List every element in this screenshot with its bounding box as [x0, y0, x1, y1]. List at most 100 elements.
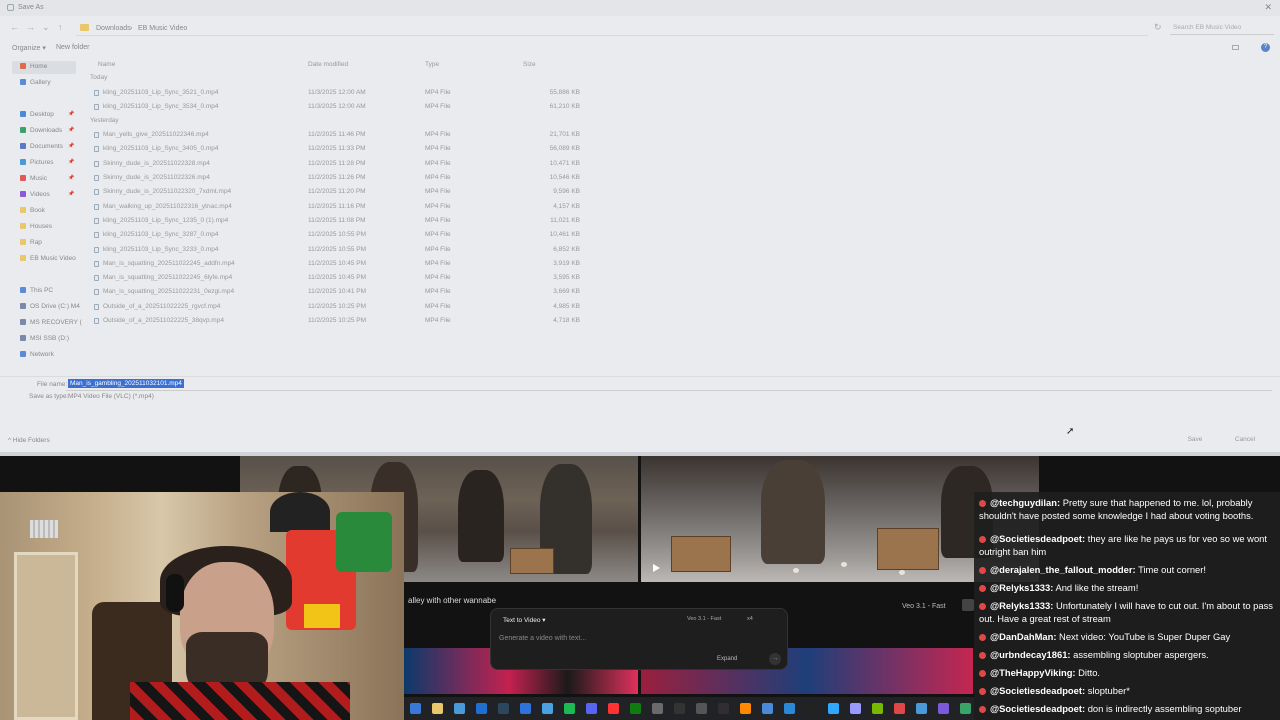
- view-options-icon[interactable]: [1232, 45, 1239, 50]
- settings-icon[interactable]: [652, 703, 663, 714]
- send-button[interactable]: →: [769, 653, 781, 665]
- sidebar-item[interactable]: Gallery: [20, 79, 51, 91]
- folder-icon[interactable]: [432, 703, 443, 714]
- sidebar-item[interactable]: MS RECOVERY (: [20, 319, 82, 331]
- chat-username: @Relyks1333:: [990, 600, 1054, 611]
- sidebar-item[interactable]: Home: [20, 63, 47, 75]
- output-count[interactable]: x4: [747, 616, 753, 622]
- game-icon[interactable]: [894, 703, 905, 714]
- column-header-type[interactable]: Type: [425, 61, 439, 68]
- nvidia-icon[interactable]: [872, 703, 883, 714]
- new-folder-button[interactable]: New folder: [56, 44, 89, 51]
- file-size: 6,852 KB: [553, 245, 580, 253]
- sidebar-item[interactable]: Desktop 📌: [20, 111, 74, 123]
- calculator-icon[interactable]: [696, 703, 707, 714]
- app-icon[interactable]: [916, 703, 927, 714]
- file-row[interactable]: Man_is_squatting_202511022245_6lyfe.mp4 1…: [94, 273, 594, 285]
- file-row[interactable]: Skinny_dude_is_202511022320_7xdmt.mp4 11/…: [94, 187, 594, 199]
- obs-icon[interactable]: [718, 703, 729, 714]
- file-row[interactable]: Skinny_dude_is_202511022326.mp4 11/2/2025…: [94, 173, 594, 185]
- sidebar-item[interactable]: Music 📌: [20, 175, 74, 187]
- file-row[interactable]: kling_20251103_Lip_Sync_3405_0.mp4 11/2/2…: [94, 144, 594, 156]
- model-tag: Veo 3.1 - Fast: [902, 603, 946, 610]
- refresh-icon[interactable]: ↻: [1154, 22, 1162, 33]
- sidebar-item[interactable]: Rap: [20, 239, 42, 251]
- search-input[interactable]: Search EB Music Video: [1170, 20, 1274, 35]
- file-type: MP4 File: [425, 288, 451, 296]
- hide-folders-button[interactable]: ^ Hide Folders: [8, 437, 50, 444]
- premiere-icon[interactable]: [850, 703, 861, 714]
- sidebar-item[interactable]: MSI SSB (D:): [20, 335, 69, 347]
- file-row[interactable]: Man_is_squatting_202511022231_0ezgi.mp4 1…: [94, 287, 594, 299]
- store-icon[interactable]: [476, 703, 487, 714]
- capcut-icon[interactable]: [806, 703, 817, 714]
- sidebar-item[interactable]: This PC: [20, 287, 53, 299]
- forward-icon[interactable]: →: [26, 22, 35, 32]
- thumbnail-mini[interactable]: [962, 599, 974, 611]
- breadcrumb-current[interactable]: EB Music Video: [138, 25, 187, 32]
- app2-icon[interactable]: [938, 703, 949, 714]
- file-row[interactable]: kling_20251103_Lip_Sync_3233_0.mp4 11/2/2…: [94, 245, 594, 257]
- file-row[interactable]: kling_20251103_Lip_Sync_3534_0.mp4 11/3/2…: [94, 102, 594, 114]
- organize-menu[interactable]: Organize ▾: [12, 44, 46, 52]
- expand-button[interactable]: Expand: [717, 656, 737, 662]
- save-button[interactable]: Save: [1172, 433, 1218, 447]
- sidebar-item[interactable]: OS Drive (C:) M4: [20, 303, 80, 315]
- paint-icon[interactable]: [784, 703, 795, 714]
- photoshop-icon[interactable]: [828, 703, 839, 714]
- file-row[interactable]: Outside_of_a_202511022225_38qvp.mp4 11/2/…: [94, 316, 594, 328]
- column-header-size[interactable]: Size: [523, 61, 536, 68]
- sidebar-item[interactable]: Videos 📌: [20, 191, 74, 203]
- sidebar-item[interactable]: Pictures 📌: [20, 159, 74, 171]
- column-header-name[interactable]: Name: [98, 61, 115, 68]
- play-icon[interactable]: [653, 564, 660, 572]
- prompt-input[interactable]: Generate a video with text...: [499, 635, 586, 642]
- file-row[interactable]: kling_20251103_Lip_Sync_3287_0.mp4 11/2/2…: [94, 230, 594, 242]
- app3-icon[interactable]: [960, 703, 971, 714]
- spotify-icon[interactable]: [564, 703, 575, 714]
- file-name-field[interactable]: Man_is_gambling_202511032101.mp4: [66, 378, 1272, 391]
- close-icon[interactable]: ✕: [1264, 2, 1272, 13]
- file-name-value[interactable]: Man_is_gambling_202511032101.mp4: [68, 379, 184, 388]
- xbox-icon[interactable]: [630, 703, 641, 714]
- chevron-down-icon[interactable]: ⌄: [42, 22, 50, 33]
- file-row[interactable]: Man_walking_up_202511022316_ytnac.mp4 11/…: [94, 202, 594, 214]
- cancel-button[interactable]: Cancel: [1222, 433, 1268, 447]
- sidebar-item[interactable]: EB Music Video: [20, 255, 76, 267]
- group-header[interactable]: Yesterday: [90, 117, 119, 124]
- discord-icon[interactable]: [586, 703, 597, 714]
- sidebar-item[interactable]: Book: [20, 207, 45, 219]
- sidebar-item[interactable]: Downloads 📌: [20, 127, 74, 139]
- youtube-badge-icon: [979, 705, 986, 713]
- column-header-date[interactable]: Date modified: [308, 61, 348, 68]
- sidebar-item[interactable]: Network: [20, 351, 54, 363]
- model-selector[interactable]: Veo 3.1 - Fast: [687, 616, 721, 622]
- youtube-icon[interactable]: [608, 703, 619, 714]
- sidebar-item[interactable]: Houses: [20, 223, 52, 235]
- vlc-icon[interactable]: [740, 703, 751, 714]
- steam-icon[interactable]: [498, 703, 509, 714]
- file-row[interactable]: kling_20251103_Lip_Sync_1235_0 (1).mp4 11…: [94, 216, 594, 228]
- file-row[interactable]: Skinny_dude_is_202511022328.mp4 11/2/2025…: [94, 159, 594, 171]
- mode-dropdown[interactable]: Text to Video ▾: [503, 616, 546, 624]
- up-icon[interactable]: ↑: [58, 22, 63, 32]
- file-row[interactable]: Man_is_squatting_202511022245_addfn.mp4 1…: [94, 259, 594, 271]
- terminal-icon[interactable]: [674, 703, 685, 714]
- mail-icon[interactable]: [520, 703, 531, 714]
- group-header[interactable]: Today: [90, 74, 107, 81]
- breadcrumb-downloads[interactable]: Downloads: [96, 25, 131, 32]
- file-type: MP4 File: [425, 145, 451, 153]
- address-bar[interactable]: Downloads › EB Music Video: [76, 20, 1148, 36]
- chrome-icon[interactable]: [454, 703, 465, 714]
- notepad-icon[interactable]: [762, 703, 773, 714]
- chat-message: @Relyks1333: Unfortunately I will have t…: [979, 599, 1277, 625]
- file-row[interactable]: Man_yells_give_202511022346.mp4 11/2/2025…: [94, 130, 594, 142]
- sidebar-item[interactable]: Documents 📌: [20, 143, 74, 155]
- file-row[interactable]: Outside_of_a_202511022225_rgvcf.mp4 11/2/…: [94, 302, 594, 314]
- file-row[interactable]: kling_20251103_Lip_Sync_3521_0.mp4 11/3/2…: [94, 88, 594, 100]
- photos-icon[interactable]: [542, 703, 553, 714]
- save-type-select[interactable]: MP4 Video File (VLC) (*.mp4): [68, 393, 154, 400]
- back-icon[interactable]: ←: [10, 22, 19, 32]
- help-icon[interactable]: ?: [1261, 43, 1270, 52]
- edge-icon[interactable]: [410, 703, 421, 714]
